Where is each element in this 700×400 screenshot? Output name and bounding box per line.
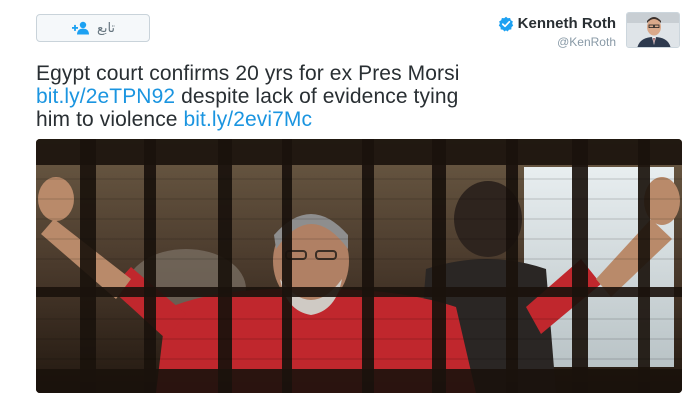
author-name[interactable]: Kenneth Roth — [518, 15, 616, 32]
tweet-text-line-2: bit.ly/2eTPN92 despite lack of evidence … — [36, 85, 676, 108]
tweet-text-line-2-rest: despite lack of evidence tying — [175, 85, 459, 108]
tweet-link-1[interactable]: bit.ly/2eTPN92 — [36, 85, 175, 108]
follow-button[interactable]: تابع — [36, 14, 150, 42]
author-name-row: Kenneth Roth — [498, 15, 616, 32]
verified-badge-icon — [498, 16, 514, 32]
follow-button-label: تابع — [96, 20, 116, 35]
tweet-text: Egypt court confirms 20 yrs for ex Pres … — [36, 62, 676, 131]
add-user-icon — [71, 21, 91, 35]
tweet-text-line-3-start: him to violence — [36, 108, 184, 131]
tweet-text-line-1: Egypt court confirms 20 yrs for ex Pres … — [36, 62, 460, 85]
tweet-card: تابع Kenneth Roth @KenRoth Egypt court c… — [0, 0, 700, 400]
author-text: Kenneth Roth @KenRoth — [498, 12, 616, 49]
tweet-text-line-3: him to violence bit.ly/2evi7Mc — [36, 108, 676, 131]
photo-illustration — [36, 139, 682, 393]
author-handle[interactable]: @KenRoth — [498, 35, 616, 49]
tweet-author[interactable]: Kenneth Roth @KenRoth — [498, 12, 680, 49]
tweet-link-2[interactable]: bit.ly/2evi7Mc — [184, 108, 313, 131]
avatar[interactable] — [626, 12, 680, 48]
tweet-photo[interactable] — [36, 139, 682, 393]
